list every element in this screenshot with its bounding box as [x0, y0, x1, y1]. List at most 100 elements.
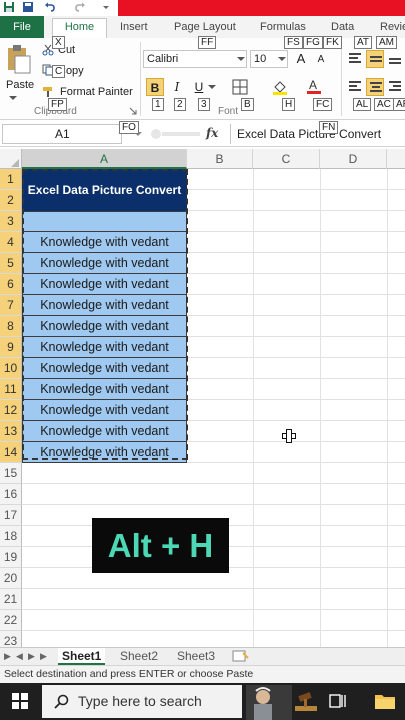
- row-header[interactable]: 9: [0, 337, 22, 358]
- data-cell[interactable]: Knowledge with vedant: [22, 337, 187, 358]
- paste-dropdown-icon[interactable]: [8, 94, 18, 102]
- underline-button[interactable]: U: [190, 78, 208, 96]
- font-size-dropdown-icon[interactable]: [278, 56, 286, 62]
- title-cell[interactable]: Excel Data Picture Convert: [22, 169, 187, 211]
- row-header[interactable]: 6: [0, 274, 22, 295]
- format-painter-icon[interactable]: [42, 86, 55, 98]
- row-header[interactable]: 15: [0, 463, 22, 484]
- clipboard-launcher-icon[interactable]: [128, 106, 138, 116]
- row-header[interactable]: 1: [0, 169, 22, 190]
- align-center-button[interactable]: [366, 78, 384, 96]
- windows-start-icon[interactable]: [12, 693, 28, 709]
- row-header[interactable]: 11: [0, 379, 22, 400]
- keytip-font-name: FF: [198, 36, 217, 49]
- formula-input[interactable]: Excel Data Picture Convert: [230, 124, 405, 144]
- row-header[interactable]: 4: [0, 232, 22, 253]
- row-header[interactable]: 18: [0, 526, 22, 547]
- tab-insert[interactable]: Insert: [120, 19, 148, 38]
- undo-icon[interactable]: [44, 1, 56, 13]
- row-header[interactable]: 10: [0, 358, 22, 379]
- font-name-box[interactable]: Calibri: [143, 50, 247, 68]
- align-top-button[interactable]: [346, 50, 364, 68]
- fill-color-icon[interactable]: [272, 79, 288, 95]
- column-header-d[interactable]: D: [320, 149, 387, 169]
- keytip-borders: B: [241, 98, 254, 111]
- keytip-copy: C: [52, 65, 66, 78]
- italic-button[interactable]: I: [168, 78, 186, 96]
- sheet-tab-sheet3[interactable]: Sheet3: [173, 648, 219, 665]
- row-header[interactable]: 8: [0, 316, 22, 337]
- align-left-button[interactable]: [346, 78, 364, 96]
- data-cell[interactable]: Knowledge with vedant: [22, 274, 187, 295]
- borders-icon[interactable]: [232, 79, 248, 95]
- font-color-icon[interactable]: A: [306, 78, 322, 95]
- row-header[interactable]: 22: [0, 610, 22, 631]
- shrink-font-button[interactable]: A: [312, 51, 330, 69]
- keytip-at: AT: [354, 36, 373, 49]
- task-view-icon[interactable]: [329, 693, 347, 709]
- column-header-a[interactable]: A: [22, 149, 187, 169]
- row-header[interactable]: 3: [0, 211, 22, 232]
- column-header-b[interactable]: B: [187, 149, 253, 169]
- title-bar: [0, 0, 405, 16]
- column-header-c[interactable]: C: [253, 149, 320, 169]
- insert-sheet-icon[interactable]: [232, 650, 250, 663]
- row-header[interactable]: 13: [0, 421, 22, 442]
- sheet-tab-sheet2[interactable]: Sheet2: [116, 648, 162, 665]
- row-header[interactable]: 21: [0, 589, 22, 610]
- keytip-fg: FG: [303, 36, 323, 49]
- redo-icon[interactable]: [74, 1, 86, 13]
- empty-cell-a3[interactable]: [22, 211, 187, 232]
- keytip-am: AM: [376, 36, 397, 49]
- row-header[interactable]: 5: [0, 253, 22, 274]
- row-header[interactable]: 17: [0, 505, 22, 526]
- underline-dropdown-icon[interactable]: [208, 84, 216, 90]
- keytip-align-left: AL: [353, 98, 372, 111]
- gavel-icon[interactable]: [293, 689, 319, 715]
- next-sheet-icon[interactable]: ▶: [28, 651, 35, 662]
- grow-font-button[interactable]: A: [292, 50, 310, 68]
- customize-quick-access-icon[interactable]: [100, 1, 112, 13]
- keytip-align-right: AR: [393, 98, 405, 111]
- sheet-tab-sheet1[interactable]: Sheet1: [58, 648, 106, 665]
- tab-file[interactable]: File: [0, 16, 44, 38]
- tab-home[interactable]: Home: [52, 18, 107, 38]
- align-right-button[interactable]: [386, 78, 404, 96]
- row-header[interactable]: 12: [0, 400, 22, 421]
- save-icon[interactable]: [22, 1, 34, 13]
- row-header[interactable]: 14: [0, 442, 22, 463]
- excel-save-icon[interactable]: [3, 1, 15, 13]
- select-all-button[interactable]: [0, 149, 22, 169]
- windows-taskbar: Type here to search: [0, 683, 405, 720]
- row-header[interactable]: 2: [0, 190, 22, 211]
- paste-icon[interactable]: [6, 44, 32, 74]
- data-cell[interactable]: Knowledge with vedant: [22, 316, 187, 337]
- row-header[interactable]: 7: [0, 295, 22, 316]
- data-cell[interactable]: Knowledge with vedant: [22, 232, 187, 253]
- row-header[interactable]: 20: [0, 568, 22, 589]
- data-cell[interactable]: Knowledge with vedant: [22, 253, 187, 274]
- format-painter-button[interactable]: Format Painter: [60, 83, 133, 101]
- bold-button[interactable]: B: [146, 78, 164, 96]
- prev-sheet-icon[interactable]: ▶: [16, 651, 23, 662]
- first-sheet-icon[interactable]: ▶: [4, 651, 11, 662]
- data-cell[interactable]: Knowledge with vedant: [22, 421, 187, 442]
- row-header[interactable]: 16: [0, 484, 22, 505]
- data-cell[interactable]: Knowledge with vedant: [22, 358, 187, 379]
- file-explorer-icon[interactable]: [374, 692, 396, 710]
- data-cell[interactable]: Knowledge with vedant: [22, 400, 187, 421]
- last-sheet-icon[interactable]: ▶: [40, 651, 47, 662]
- paste-button[interactable]: Paste: [6, 76, 34, 94]
- font-name-dropdown-icon[interactable]: [237, 56, 245, 62]
- assistant-avatar-icon[interactable]: [246, 685, 292, 720]
- row-header[interactable]: 19: [0, 547, 22, 568]
- data-cell[interactable]: Knowledge with vedant: [22, 379, 187, 400]
- align-middle-button[interactable]: [366, 50, 384, 68]
- name-box[interactable]: A1: [2, 124, 122, 144]
- insert-function-button[interactable]: fx: [206, 126, 218, 140]
- taskbar-search-input[interactable]: Type here to search: [42, 685, 242, 718]
- data-cell[interactable]: Knowledge with vedant: [22, 295, 187, 316]
- row-header[interactable]: 23: [0, 631, 22, 647]
- data-cell[interactable]: Knowledge with vedant: [22, 442, 187, 463]
- align-bottom-button[interactable]: [386, 50, 404, 68]
